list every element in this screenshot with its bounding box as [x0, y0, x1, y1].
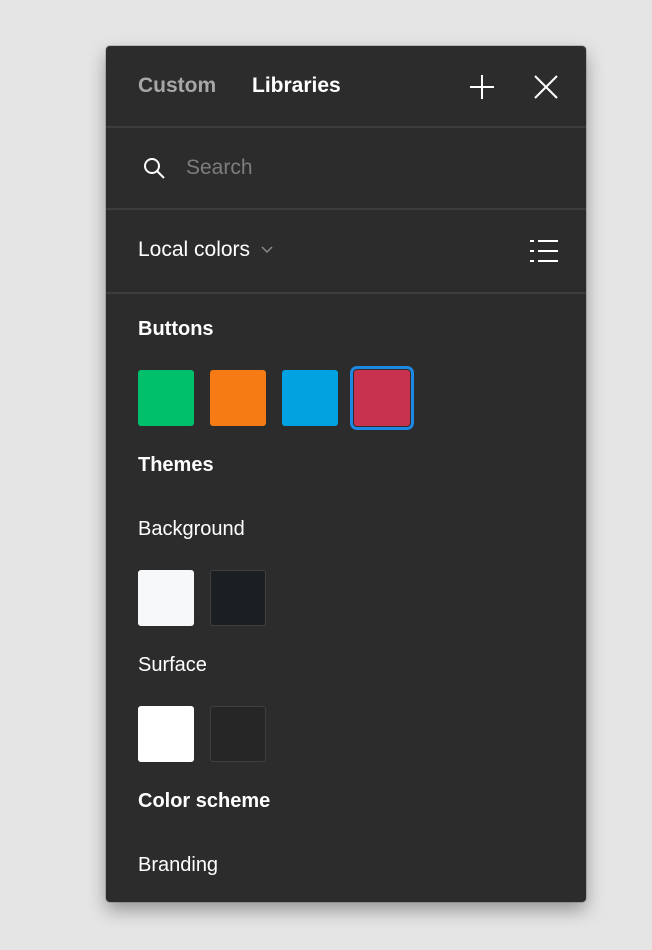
library-dropdown[interactable]: Local colors	[138, 238, 274, 262]
color-swatch[interactable]	[138, 370, 194, 426]
tab-libraries[interactable]: Libraries	[252, 74, 341, 98]
tab-custom[interactable]: Custom	[138, 74, 216, 98]
group-heading-themes: Themes	[138, 454, 214, 476]
swatch-row-surface	[138, 706, 266, 762]
color-swatch[interactable]	[138, 706, 194, 762]
group-heading-background: Background	[138, 518, 245, 540]
panel-header: Custom Libraries	[106, 46, 586, 128]
color-swatch[interactable]	[138, 570, 194, 626]
color-picker-panel: Custom Libraries Local colors	[106, 46, 586, 902]
close-icon[interactable]	[533, 74, 559, 100]
search-input[interactable]	[186, 150, 546, 186]
color-swatch[interactable]	[210, 370, 266, 426]
group-heading-buttons: Buttons	[138, 318, 214, 340]
library-selector-row: Local colors	[106, 210, 586, 294]
chevron-down-icon	[261, 246, 273, 254]
library-dropdown-label: Local colors	[138, 238, 251, 261]
search-bar	[106, 128, 586, 210]
plus-icon[interactable]	[469, 74, 495, 100]
color-swatch[interactable]	[210, 706, 266, 762]
color-swatch[interactable]	[282, 370, 338, 426]
group-heading-branding: Branding	[138, 854, 219, 876]
list-view-icon[interactable]	[530, 238, 558, 264]
color-swatch[interactable]	[210, 570, 266, 626]
group-heading-color-scheme: Color scheme	[138, 790, 271, 812]
search-icon	[144, 158, 165, 179]
group-heading-surface: Surface	[138, 654, 207, 676]
color-swatch[interactable]	[350, 366, 414, 430]
swatch-row-buttons	[138, 366, 414, 430]
swatch-row-background	[138, 570, 266, 626]
